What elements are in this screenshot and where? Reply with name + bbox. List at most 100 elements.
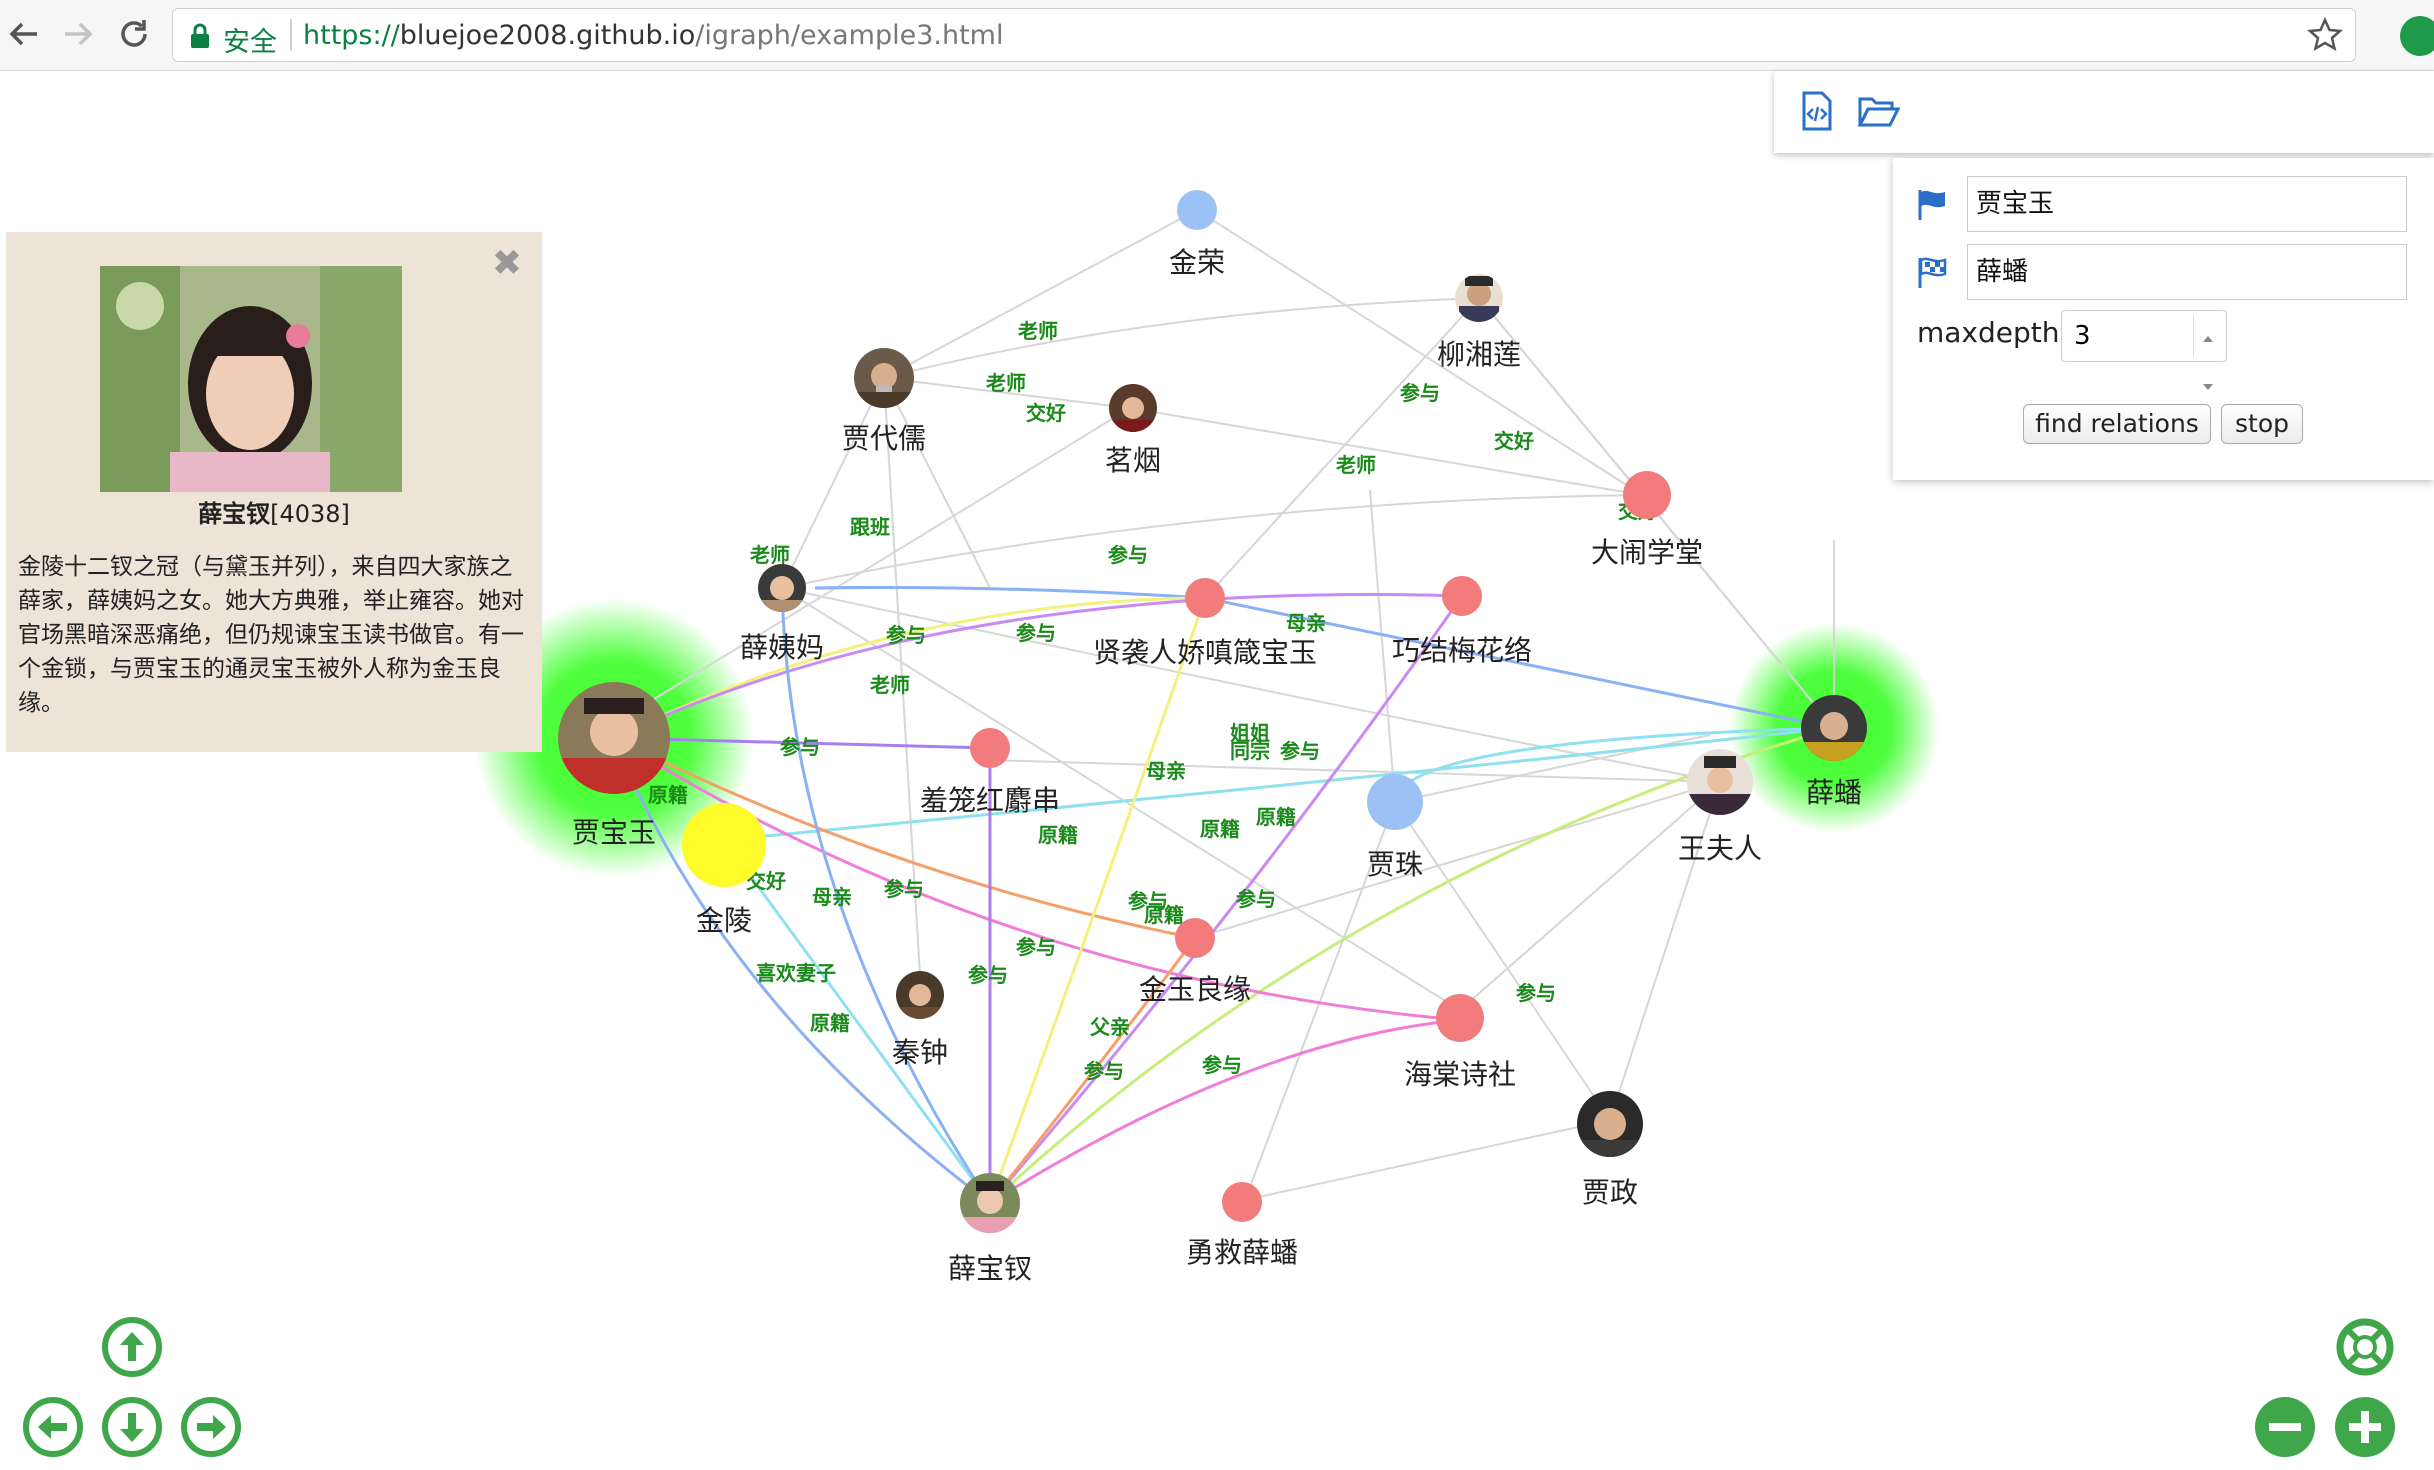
node-liuxianglian[interactable]: 柳湘莲	[1437, 274, 1521, 371]
edge-label: 原籍	[1038, 823, 1078, 847]
edge-label: 原籍	[810, 1011, 850, 1035]
maxdepth-stepper[interactable]: 3	[2061, 310, 2227, 390]
spinner-down-icon[interactable]	[2194, 378, 2222, 398]
edge-label: 老师	[1018, 319, 1058, 343]
edge	[883, 297, 1480, 379]
edge-label: 原籍	[648, 783, 688, 807]
node-jiazheng[interactable]: 贾政	[1577, 1091, 1643, 1209]
arrow-down-icon	[120, 1413, 144, 1442]
node-circle	[1177, 190, 1217, 230]
node-qiaojie[interactable]: 巧结梅花络	[1392, 576, 1532, 667]
node-info-panel: ✖ 薛宝钗[4038] 金陵十二钗之冠（与黛玉并列），来自四大家族之薛家，薛姨妈…	[6, 232, 542, 752]
url-path: /igraph/example3.html	[695, 20, 1004, 51]
edge-label: 参与	[968, 963, 1008, 987]
edge-label: 父亲	[1089, 1015, 1130, 1039]
spinner[interactable]	[2193, 315, 2222, 390]
lock-icon	[191, 23, 209, 48]
node-label: 薛宝钗	[948, 1252, 1032, 1285]
node-mingyan[interactable]: 茗烟	[1105, 384, 1161, 477]
edge-label: 参与	[1516, 981, 1556, 1005]
node-jinling[interactable]: 金陵	[682, 803, 766, 937]
node-circle	[1222, 1182, 1262, 1222]
star-icon[interactable]	[2307, 17, 2343, 53]
reload-icon	[121, 20, 147, 47]
edge	[988, 597, 1207, 1204]
browser-toolbar: 安全 https://bluejoe2008.github.io/igraph/…	[0, 0, 2434, 71]
node-xianxiren[interactable]: 贤袭人娇嗔箴宝玉	[1093, 578, 1317, 669]
node-label: 金荣	[1169, 246, 1225, 279]
node-label: 贤袭人娇嗔箴宝玉	[1093, 636, 1317, 669]
extension-icon[interactable]	[2400, 16, 2434, 56]
minus-icon	[2269, 1423, 2301, 1431]
edge-label: 参与	[1084, 1059, 1124, 1083]
close-icon[interactable]: ✖	[492, 246, 522, 282]
maxdepth-label: maxdepth:	[1917, 316, 2069, 349]
zoom-in-button[interactable]	[2334, 1396, 2396, 1458]
maxdepth-value: 3	[2074, 321, 2091, 351]
address-bar[interactable]: 安全 https://bluejoe2008.github.io/igraph/…	[172, 8, 2356, 62]
reload-button[interactable]	[110, 10, 158, 58]
node-label: 贾珠	[1367, 848, 1423, 881]
node-label: 贾代儒	[842, 422, 926, 455]
node-jiazhu[interactable]: 贾珠	[1367, 774, 1423, 881]
node-circle	[1175, 918, 1215, 958]
node-label: 羞笼红麝串	[920, 784, 1060, 817]
edge	[883, 377, 991, 589]
edge	[1129, 407, 1643, 496]
url-text[interactable]: https://bluejoe2008.github.io/igraph/exa…	[303, 20, 1003, 51]
node-jinrong[interactable]: 金荣	[1169, 190, 1225, 279]
folder-open-icon[interactable]	[1856, 89, 1900, 133]
node-yongjiu[interactable]: 勇救薛蟠	[1186, 1182, 1298, 1269]
node-label: 巧结梅花络	[1392, 634, 1532, 667]
zoom-fit-button[interactable]	[2334, 1316, 2396, 1378]
spinner-up-icon[interactable]	[2194, 328, 2222, 348]
node-haitang[interactable]: 海棠诗社	[1404, 994, 1516, 1091]
info-description: 金陵十二钗之冠（与黛玉并列），来自四大家族之薛家，薛姨妈之女。她大方典雅，举止雍…	[18, 554, 524, 716]
find-relations-button[interactable]: find relations	[2023, 404, 2211, 444]
edge	[814, 585, 1835, 730]
flag-icon	[1918, 190, 1945, 220]
edge-label: 老师	[750, 543, 790, 567]
portrait-image	[100, 266, 402, 492]
graph-toolbar	[1774, 71, 2434, 153]
zoom-out-button[interactable]	[2254, 1396, 2316, 1458]
back-button[interactable]	[0, 10, 48, 58]
node-qinzhong[interactable]: 秦钟	[892, 971, 948, 1069]
end-node-input[interactable]: 薛蟠	[1967, 244, 2407, 300]
edge-label: 参与	[1016, 935, 1056, 959]
edge	[1196, 209, 1643, 496]
start-node-input[interactable]: 贾宝玉	[1967, 176, 2407, 232]
node-label: 贾宝玉	[572, 816, 656, 849]
edge-label: 跟班	[850, 515, 890, 539]
code-file-icon[interactable]	[1794, 89, 1838, 133]
info-name: 薛宝钗	[198, 500, 271, 528]
node-label: 柳湘莲	[1437, 338, 1521, 371]
node-label: 茗烟	[1105, 444, 1161, 477]
node-circle	[1185, 578, 1225, 618]
pan-down-button[interactable]	[101, 1396, 163, 1458]
edge	[1244, 1119, 1611, 1201]
arrow-left-icon	[9, 22, 37, 46]
node-label: 大闹学堂	[1591, 536, 1703, 569]
edge-label: 原籍	[1200, 817, 1240, 841]
stop-button[interactable]: stop	[2221, 404, 2303, 444]
pan-left-button[interactable]	[22, 1396, 84, 1458]
arrow-up-icon	[120, 1332, 144, 1361]
node-jiabaoyu[interactable]: 贾宝玉	[558, 682, 670, 849]
pan-right-button[interactable]	[180, 1396, 242, 1458]
pan-up-button[interactable]	[101, 1316, 163, 1378]
edge-label: 参与	[886, 623, 926, 647]
node-xuebaochai[interactable]: 薛宝钗	[948, 1173, 1032, 1285]
forward-button[interactable]	[54, 10, 102, 58]
node-label: 金玉良缘	[1139, 973, 1251, 1006]
node-label: 薛蟠	[1806, 776, 1862, 809]
node-label: 金陵	[696, 904, 752, 937]
info-title: 薛宝钗[4038]	[6, 494, 542, 529]
node-jiadairu[interactable]: 贾代儒	[842, 348, 926, 455]
edge-label: 参与	[780, 735, 820, 759]
edge-label: 参与	[1108, 543, 1148, 567]
node-circle	[682, 803, 766, 887]
edge	[722, 839, 992, 1204]
node-circle	[1623, 471, 1671, 519]
edge-label: 交好	[1026, 401, 1066, 425]
